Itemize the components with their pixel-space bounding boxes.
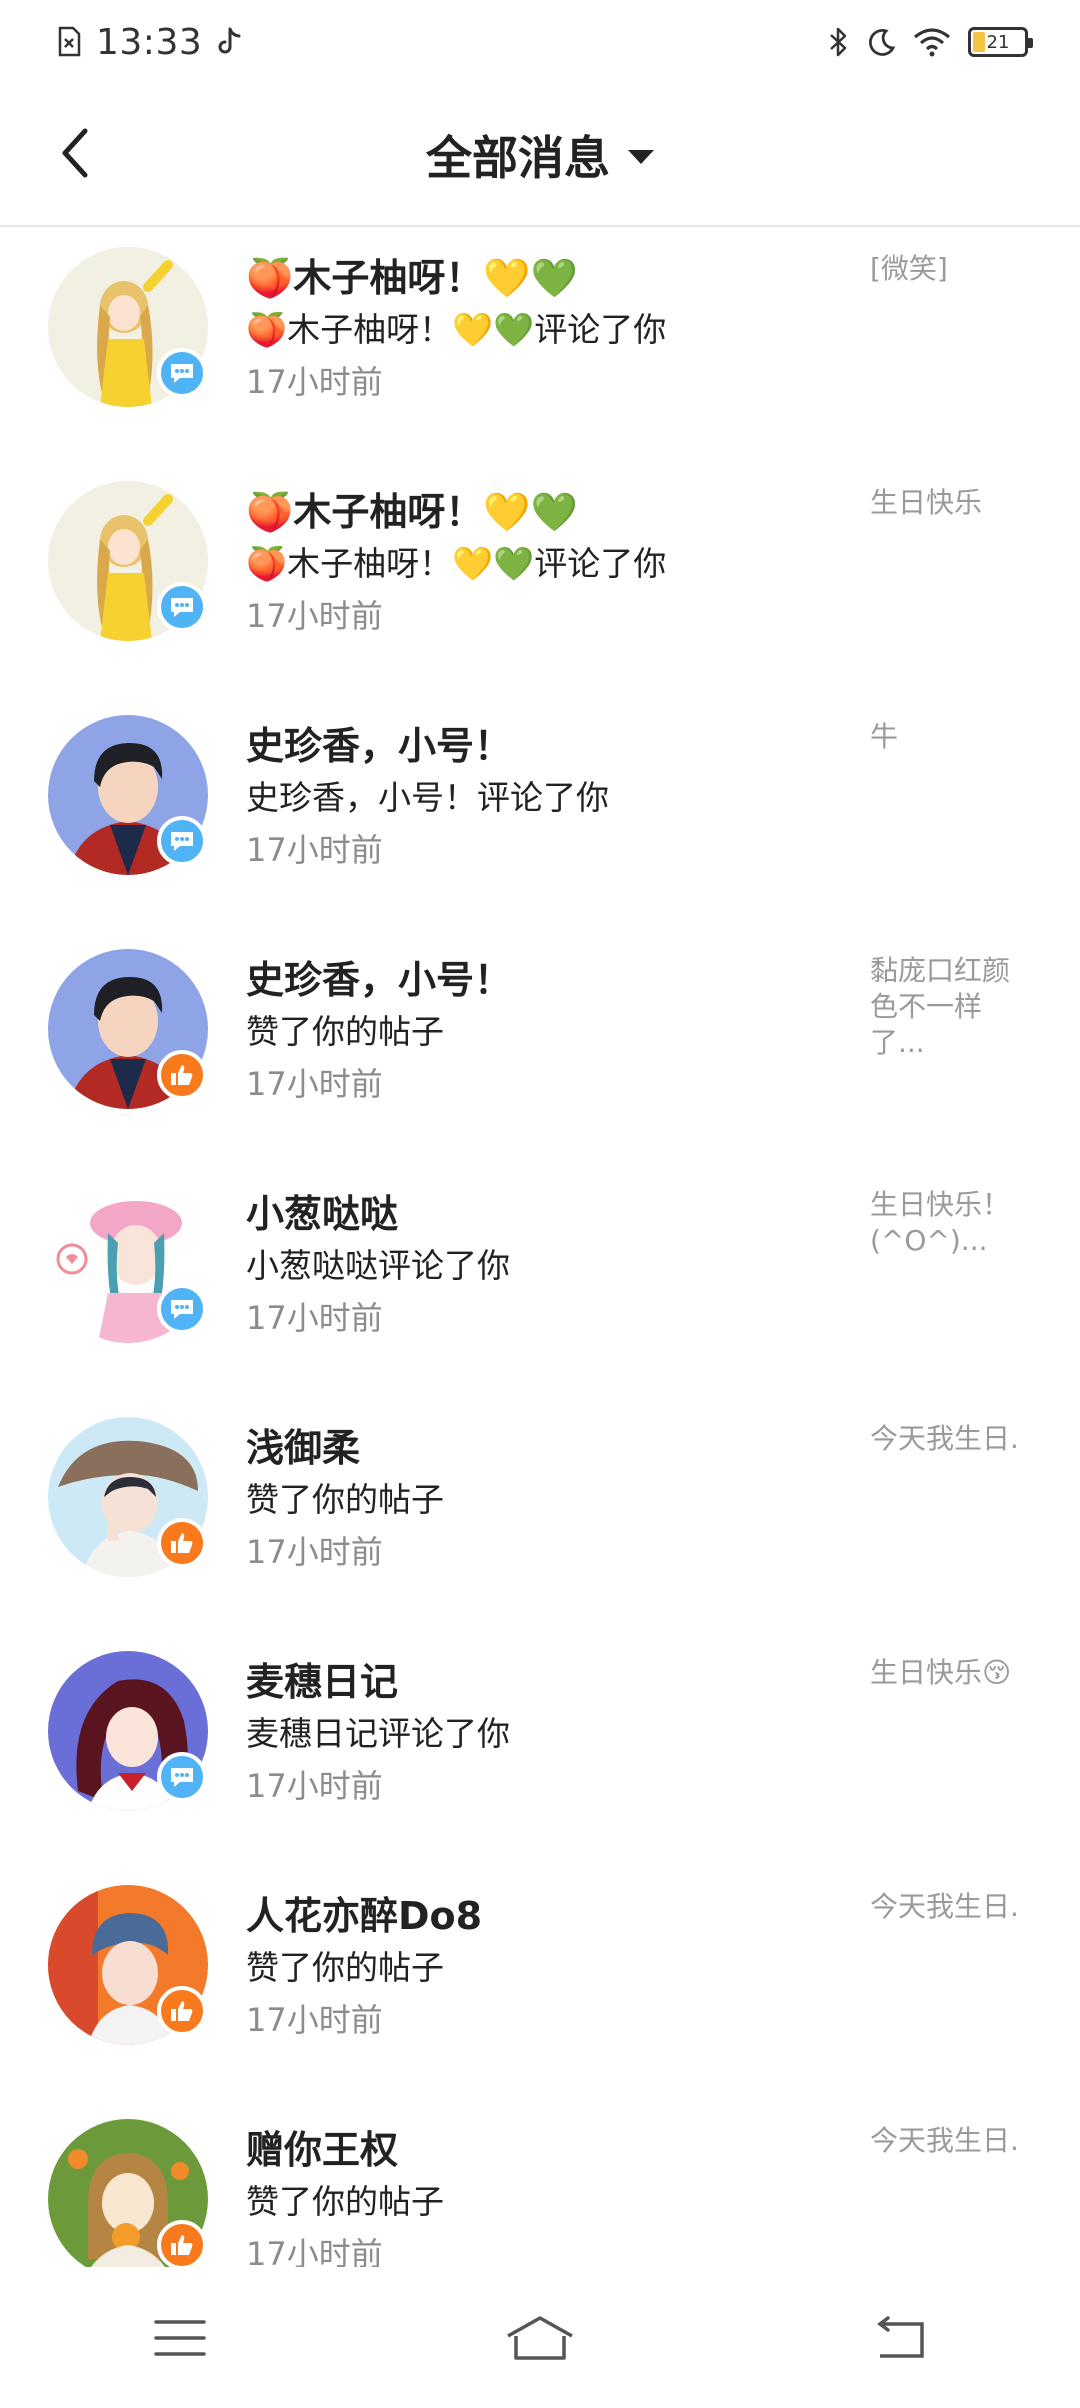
message-text: 赞了你的帖子 — [246, 2182, 444, 2221]
message-time: 17小时前 — [246, 2001, 383, 2039]
message-preview: [微笑] — [870, 252, 948, 285]
message-time: 17小时前 — [246, 831, 383, 869]
sender-name: 人花亦醉Do8 — [246, 1894, 483, 1938]
comment-badge — [157, 1752, 207, 1802]
like-badge — [157, 1986, 207, 2036]
message-row[interactable]: 小葱哒哒 小葱哒哒评论了你 17小时前 生日快乐！(^O^)... — [0, 1163, 1080, 1397]
comment-icon — [171, 832, 193, 851]
message-row[interactable]: 史珍香，小号！ 赞了你的帖子 17小时前 黏庞口红颜色不一样了... — [0, 929, 1080, 1163]
message-text: 麦穗日记评论了你 — [246, 1714, 510, 1753]
wifi-icon — [913, 28, 951, 57]
page-title: 全部消息 — [426, 130, 610, 185]
message-text: 赞了你的帖子 — [246, 1948, 444, 1987]
message-preview: 今天我生日. — [870, 1422, 1019, 1455]
message-text: 小葱哒哒评论了你 — [246, 1246, 510, 1285]
sender-name: 🍑木子柚呀！💛💚 — [246, 256, 578, 300]
sender-name: 浅御柔 — [246, 1426, 361, 1470]
sender-name: 小葱哒哒 — [246, 1192, 399, 1236]
message-text: 🍑木子柚呀！💛💚评论了你 — [246, 310, 667, 349]
message-preview: 生日快乐😚 — [870, 1656, 1012, 1689]
message-text: 🍑木子柚呀！💛💚评论了你 — [246, 544, 667, 583]
comment-badge — [157, 582, 207, 632]
caret-down-icon — [628, 149, 654, 164]
message-preview: 牛 — [870, 720, 899, 753]
message-text: 赞了你的帖子 — [246, 1480, 444, 1519]
comment-badge — [157, 348, 207, 398]
message-row[interactable]: 🍑木子柚呀！💛💚 🍑木子柚呀！💛💚评论了你 17小时前 [微笑] — [0, 227, 1080, 461]
sender-name: 🍑木子柚呀！💛💚 — [246, 490, 578, 534]
system-nav-bar — [0, 2267, 1080, 2408]
battery-fill — [973, 32, 985, 52]
battery-tip — [1028, 38, 1033, 48]
return-icon — [877, 2315, 924, 2358]
thumbs-up-icon — [171, 2235, 193, 2255]
menu-icon — [154, 2319, 206, 2356]
message-row[interactable]: 赠你王权 赞了你的帖子 17小时前 今天我生日. — [0, 2099, 1080, 2267]
message-preview: 生日快乐 — [870, 486, 983, 519]
sender-name: 史珍香，小号！ — [246, 724, 513, 768]
message-row[interactable]: 浅御柔 赞了你的帖子 17小时前 今天我生日. — [0, 1397, 1080, 1631]
tiktok-icon — [218, 27, 241, 54]
message-filter-dropdown[interactable]: 全部消息 — [426, 122, 654, 188]
message-preview: 生日快乐！(^O^)... — [870, 1188, 1011, 1257]
message-time: 17小时前 — [246, 597, 383, 635]
sender-name: 赠你王权 — [246, 2128, 399, 2172]
home-icon — [507, 2315, 573, 2360]
status-time: 13:33 — [96, 21, 203, 63]
thumbs-up-icon — [171, 1533, 193, 1553]
sender-name: 史珍香，小号！ — [246, 958, 513, 1002]
message-preview: 今天我生日. — [870, 1890, 1019, 1923]
home-button[interactable] — [480, 2288, 600, 2388]
message-row[interactable]: 🍑木子柚呀！💛💚 🍑木子柚呀！💛💚评论了你 17小时前 生日快乐 — [0, 461, 1080, 695]
menu-button[interactable] — [120, 2288, 240, 2388]
back-nav-button[interactable] — [840, 2288, 960, 2388]
message-time: 17小时前 — [246, 1767, 383, 1805]
moon-icon — [868, 29, 896, 56]
like-badge — [157, 1518, 207, 1568]
comment-badge — [157, 816, 207, 866]
message-list: 🍑木子柚呀！💛💚 🍑木子柚呀！💛💚评论了你 17小时前 [微笑] 🍑木子柚呀！💛… — [0, 227, 1080, 2267]
message-row[interactable]: 史珍香，小号！ 史珍香，小号！评论了你 17小时前 牛 — [0, 695, 1080, 929]
back-button[interactable] — [40, 118, 110, 188]
message-text: 赞了你的帖子 — [246, 1012, 444, 1051]
message-preview: 黏庞口红颜色不一样了... — [870, 954, 1011, 1059]
message-time: 17小时前 — [246, 1533, 383, 1571]
message-time: 17小时前 — [246, 363, 383, 401]
comment-icon — [171, 1768, 193, 1787]
comment-badge — [157, 1284, 207, 1334]
message-row[interactable]: 麦穗日记 麦穗日记评论了你 17小时前 生日快乐😚 — [0, 1631, 1080, 1865]
header: 全部消息 — [0, 84, 1080, 227]
message-time: 17小时前 — [246, 1065, 383, 1103]
status-bar: 13:33 21 — [0, 0, 1080, 84]
thumbs-up-icon — [171, 2001, 193, 2021]
status-right: 21 — [828, 25, 1033, 59]
comment-icon — [171, 1300, 193, 1319]
like-badge — [157, 1050, 207, 1100]
thumbs-up-icon — [171, 1065, 193, 1085]
sim-card-icon — [58, 26, 81, 57]
comment-icon — [171, 598, 193, 617]
sender-name: 麦穗日记 — [246, 1660, 399, 1704]
message-time: 17小时前 — [246, 1299, 383, 1337]
status-left: 13:33 — [56, 22, 242, 63]
like-badge — [157, 2220, 207, 2267]
message-time: 17小时前 — [246, 2235, 383, 2267]
message-preview: 今天我生日. — [870, 2124, 1019, 2157]
bluetooth-icon — [830, 27, 847, 57]
message-row[interactable]: 人花亦醉Do8 赞了你的帖子 17小时前 今天我生日. — [0, 1865, 1080, 2099]
battery-icon: 21 — [968, 27, 1033, 57]
battery-level: 21 — [986, 31, 1010, 53]
message-text: 史珍香，小号！评论了你 — [246, 778, 609, 817]
back-arrow-icon — [62, 128, 88, 178]
comment-icon — [171, 364, 193, 383]
